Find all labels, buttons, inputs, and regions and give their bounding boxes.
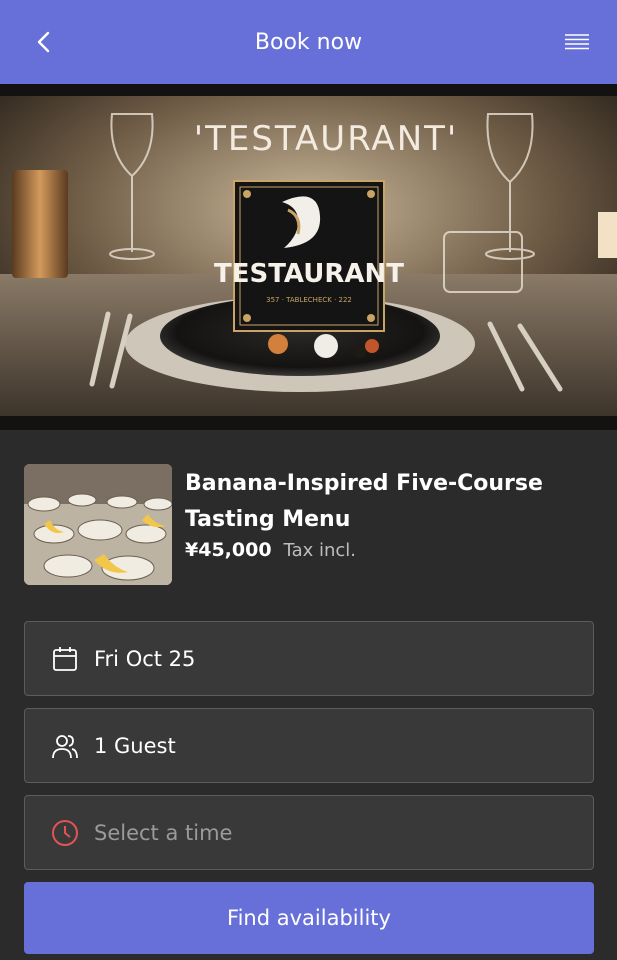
menu-button[interactable] (559, 24, 595, 60)
logo-wordmark: TESTAURANT (214, 259, 404, 289)
time-placeholder: Select a time (94, 820, 233, 845)
guest-count-selector[interactable]: 1 Guest (24, 708, 594, 783)
guests-icon (51, 732, 79, 760)
app-header: Book now (0, 0, 617, 84)
price-row: ¥45,000 Tax incl. (185, 539, 356, 561)
clock-icon (51, 819, 79, 847)
chevron-left-icon (37, 31, 50, 53)
hero-illustration: 'TESTAURANT' TESTAURANT 357 · TABLECHECK… (0, 84, 617, 430)
back-button[interactable] (24, 22, 64, 62)
guest-count: 1 Guest (94, 733, 176, 758)
restaurant-logo: TESTAURANT 357 · TABLECHECK · 222 (214, 180, 404, 332)
tax-note: Tax incl. (283, 540, 356, 561)
page-title: Book now (254, 29, 363, 55)
selected-date: Fri Oct 25 (94, 646, 196, 671)
hamburger-menu-icon (565, 34, 589, 50)
date-selector[interactable]: Fri Oct 25 (24, 621, 594, 696)
find-availability-button[interactable]: Find availability (24, 882, 594, 954)
restaurant-hero-image: 'TESTAURANT' TESTAURANT 357 · TABLECHECK… (0, 84, 617, 430)
calendar-icon (51, 645, 79, 673)
time-selector[interactable]: Select a time (24, 795, 594, 870)
menu-item-thumbnail (24, 464, 172, 585)
menu-item-card[interactable]: Banana-Inspired Five-Course Tasting Menu… (24, 464, 594, 586)
menu-item-price: ¥45,000 (185, 539, 272, 561)
menu-item-name: Banana-Inspired Five-Course Tasting Menu (185, 471, 543, 532)
hero-headline: 'TESTAURANT' (194, 119, 459, 159)
logo-subtext: 357 · TABLECHECK · 222 (266, 296, 352, 304)
